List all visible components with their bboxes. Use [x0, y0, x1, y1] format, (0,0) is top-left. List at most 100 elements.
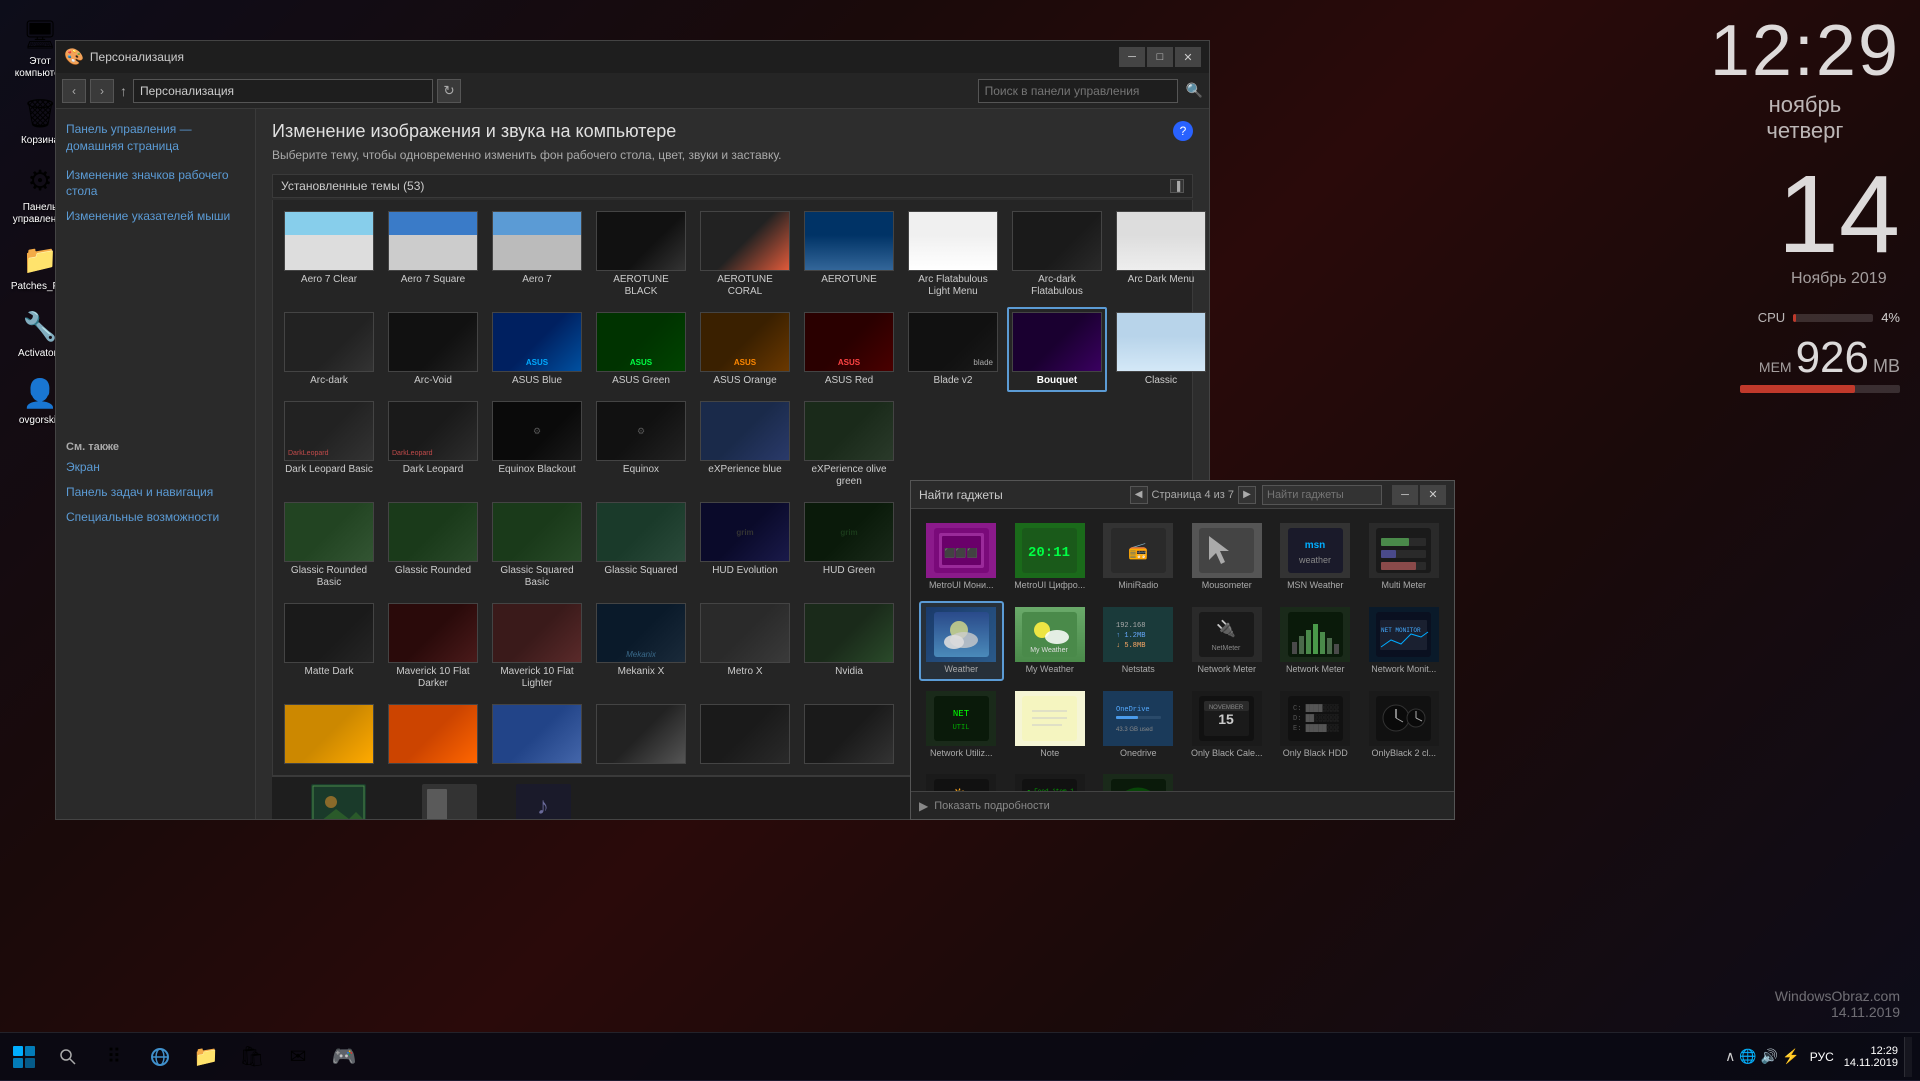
theme-asus-blue[interactable]: ASUS ASUS Blue — [487, 307, 587, 392]
gadgets-close-button[interactable]: ✕ — [1420, 485, 1446, 505]
forward-button[interactable]: › — [90, 79, 114, 103]
theme-bottom4[interactable] — [591, 699, 691, 769]
sidebar-link-home[interactable]: Панель управления — домашняя страница — [66, 121, 245, 155]
bottom-wallpaper[interactable]: Фон рабочего стола StreamofLight — [288, 781, 390, 819]
maximize-button[interactable]: □ — [1147, 47, 1173, 67]
theme-aerotune-black[interactable]: AEROTUNE BLACK — [591, 206, 691, 303]
gadget-network-meter1[interactable]: 🔌 NetMeter Network Meter — [1185, 601, 1270, 681]
gadget-msn-weather[interactable]: msn weather MSN Weather — [1273, 517, 1358, 597]
address-bar[interactable] — [133, 79, 433, 103]
gadget-ob-hdd[interactable]: C: ████░░░░ D: ██░░░░░░ E: █████░░░ Only… — [1273, 685, 1358, 765]
theme-hud-evo[interactable]: grim HUD Evolution — [695, 497, 795, 594]
theme-arc-dark-menu[interactable]: Arc Dark Menu — [1111, 206, 1209, 303]
theme-bouquet[interactable]: Bouquet — [1007, 307, 1107, 392]
theme-hud-green[interactable]: grim HUD Green — [799, 497, 899, 594]
gadget-note[interactable]: Note — [1008, 685, 1093, 765]
taskbar-btn-store[interactable]: 🛍 — [230, 1035, 274, 1079]
bottom-sounds[interactable]: ♪ Звуки По умолчанию — [510, 781, 578, 819]
gadget-network-utilization[interactable]: NET UTIL Network Utiliz... — [919, 685, 1004, 765]
theme-aero7clear[interactable]: Aero 7 Clear — [279, 206, 379, 303]
start-button[interactable] — [0, 1033, 48, 1081]
theme-glassic-sq[interactable]: Glassic Squared — [591, 497, 691, 594]
theme-aero7[interactable]: Aero 7 — [487, 206, 587, 303]
theme-bottom2[interactable] — [383, 699, 483, 769]
theme-glassic-rounded-basic[interactable]: Glassic Rounded Basic — [279, 497, 379, 594]
gadget-netstats[interactable]: 192.168 ↑ 1.2MB ↓ 5.8MB Netstats — [1096, 601, 1181, 681]
taskbar-btn-ie[interactable] — [138, 1035, 182, 1079]
show-desktop-button[interactable] — [1904, 1037, 1912, 1077]
gadget-my-weather[interactable]: My Weather My Weather — [1008, 601, 1093, 681]
sidebar-link-screen[interactable]: Экран — [66, 459, 245, 476]
gadget-ob-wifi[interactable]: OnlyBlackWifi — [1096, 768, 1181, 791]
theme-glassic-rounded[interactable]: Glassic Rounded — [383, 497, 483, 594]
refresh-button[interactable]: ↻ — [437, 79, 461, 103]
gadgets-next-button[interactable]: ▶ — [1238, 486, 1256, 504]
gadget-metroui-monitor[interactable]: ⬛⬛⬛ MetroUI Мони... — [919, 517, 1004, 597]
gadget-mousometer[interactable]: Mousometer — [1185, 517, 1270, 597]
theme-arc-fab-light[interactable]: Arc Flatabulous Light Menu — [903, 206, 1003, 303]
sidebar-link-taskbar[interactable]: Панель задач и навигация — [66, 484, 245, 501]
theme-asus-red[interactable]: ASUS ASUS Red — [799, 307, 899, 392]
theme-bottom6[interactable] — [799, 699, 899, 769]
theme-dark-leopard-basic[interactable]: DarkLeopard Dark Leopard Basic — [279, 396, 379, 493]
tray-icon-network[interactable]: 🌐 — [1739, 1048, 1756, 1065]
back-button[interactable]: ‹ — [62, 79, 86, 103]
taskbar-btn-apps[interactable]: ⠿ — [92, 1035, 136, 1079]
gadget-ob2clock[interactable]: OnlyBlack 2 cl... — [1362, 685, 1447, 765]
search-input[interactable] — [978, 79, 1178, 103]
sidebar-link-icons[interactable]: Изменение значков рабочего стола — [66, 167, 245, 201]
theme-exp-olive[interactable]: eXPerience olive green — [799, 396, 899, 493]
gadget-ob-weather[interactable]: ⛅ weather onlyBlack Weat... — [919, 768, 1004, 791]
bottom-color[interactable]: Цвет Другой — [420, 781, 480, 819]
gadget-network-meter2[interactable]: Network Meter — [1273, 601, 1358, 681]
theme-classic[interactable]: Classic — [1111, 307, 1209, 392]
gadget-metrouiclock[interactable]: 20:11 MetroUI Цифро... — [1008, 517, 1093, 597]
gadget-network-monitor[interactable]: NET MONITOR Network Monit... — [1362, 601, 1447, 681]
theme-glassic-sq-basic[interactable]: Glassic Squared Basic — [487, 497, 587, 594]
gadget-miniradio[interactable]: 📻 MiniRadio — [1096, 517, 1181, 597]
gadgets-search-input[interactable] — [1262, 485, 1382, 505]
theme-mekanix[interactable]: Mekanix Mekanix X — [591, 598, 691, 695]
theme-asus-orange[interactable]: ASUS ASUS Orange — [695, 307, 795, 392]
taskbar-btn-explorer[interactable]: 📁 — [184, 1035, 228, 1079]
gadget-onedrive[interactable]: OneDrive 43.3 GB used Onedrive — [1096, 685, 1181, 765]
theme-equinox[interactable]: ⚙ Equinox — [591, 396, 691, 493]
theme-asus-green[interactable]: ASUS ASUS Green — [591, 307, 691, 392]
theme-equinox-blackout[interactable]: ⚙ Equinox Blackout — [487, 396, 587, 493]
theme-arc-void[interactable]: Arc-Void — [383, 307, 483, 392]
theme-exp-blue[interactable]: eXPerience blue — [695, 396, 795, 493]
gadget-ob-feed[interactable]: ● Feed item 1 ● Feed item 2 ● Feed item … — [1008, 768, 1093, 791]
tray-icon-battery[interactable]: ⚡ — [1782, 1048, 1799, 1065]
theme-metro-x[interactable]: Metro X — [695, 598, 795, 695]
theme-blade[interactable]: blade Blade v2 — [903, 307, 1003, 392]
sidebar-link-mouse[interactable]: Изменение указателей мыши — [66, 208, 245, 225]
theme-bottom5[interactable] — [695, 699, 795, 769]
gadget-multi-meter[interactable]: Multi Meter — [1362, 517, 1447, 597]
theme-aerotune-coral[interactable]: AEROTUNE CORAL — [695, 206, 795, 303]
language-indicator[interactable]: РУС — [1806, 1048, 1838, 1066]
close-button[interactable]: ✕ — [1175, 47, 1201, 67]
theme-mav10fd[interactable]: Maverick 10 Flat Darker — [383, 598, 483, 695]
taskbar-clock[interactable]: 12:29 14.11.2019 — [1844, 1045, 1898, 1069]
gadget-weather[interactable]: Weather — [919, 601, 1004, 681]
gadgets-prev-button[interactable]: ◀ — [1130, 486, 1148, 504]
theme-mav10fl[interactable]: Maverick 10 Flat Lighter — [487, 598, 587, 695]
theme-nvidia[interactable]: Nvidia — [799, 598, 899, 695]
sidebar-link-accessibility[interactable]: Специальные возможности — [66, 509, 245, 526]
theme-dark-leopard[interactable]: DarkLeopard Dark Leopard — [383, 396, 483, 493]
theme-arc-dark-fab[interactable]: Arc-dark Flatabulous — [1007, 206, 1107, 303]
theme-aerotune[interactable]: AEROTUNE — [799, 206, 899, 303]
gadgets-minimize-button[interactable]: ─ — [1392, 485, 1418, 505]
minimize-button[interactable]: ─ — [1119, 47, 1145, 67]
taskbar-btn-media[interactable]: 🎮 — [322, 1035, 366, 1079]
tray-icon-up[interactable]: ∧ — [1725, 1048, 1735, 1065]
theme-bottom1[interactable] — [279, 699, 379, 769]
theme-bottom3[interactable] — [487, 699, 587, 769]
taskbar-btn-mail[interactable]: ✉ — [276, 1035, 320, 1079]
gadget-ob-calendar[interactable]: NOVEMBER 15 Only Black Cale... — [1185, 685, 1270, 765]
theme-aero7sq[interactable]: Aero 7 Square — [383, 206, 483, 303]
info-button[interactable]: ? — [1173, 121, 1193, 141]
tray-icon-volume[interactable]: 🔊 — [1761, 1048, 1778, 1065]
theme-matte-dark[interactable]: Matte Dark — [279, 598, 379, 695]
taskbar-search-button[interactable] — [52, 1041, 84, 1073]
